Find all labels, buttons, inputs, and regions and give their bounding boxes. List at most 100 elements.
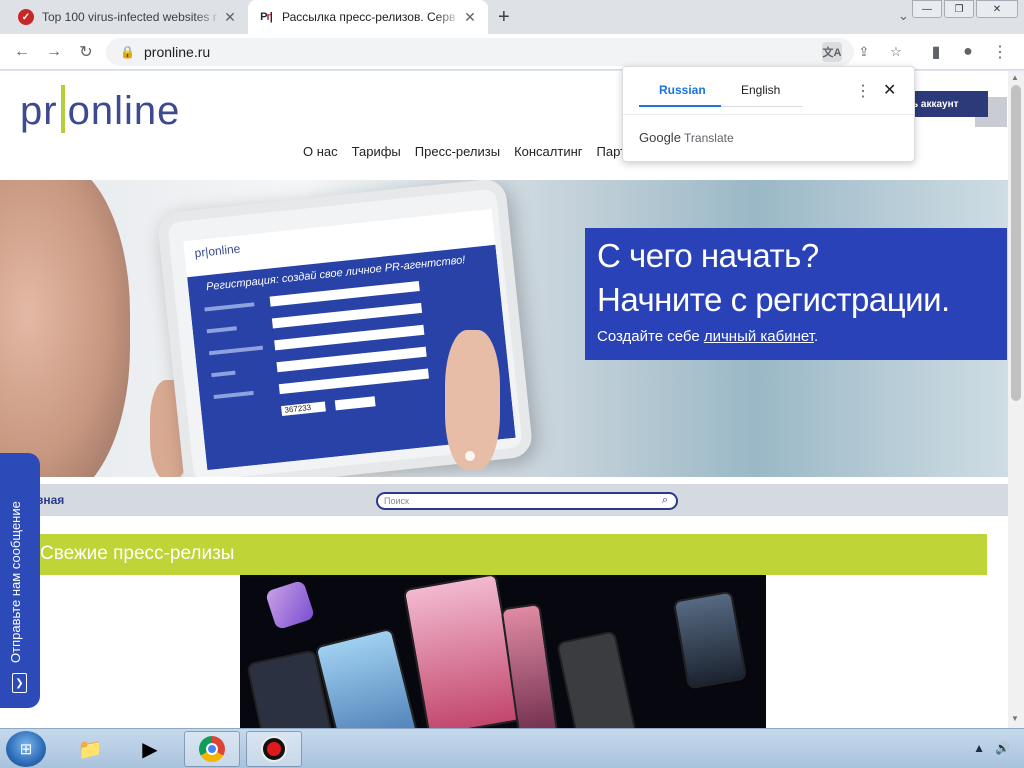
- hero-headline-2: Начните с регистрации.: [597, 281, 950, 318]
- media-player-icon[interactable]: ▶: [122, 731, 178, 767]
- tab-search-chevron-icon[interactable]: ⌄: [898, 8, 909, 24]
- tab-english[interactable]: English: [741, 83, 780, 97]
- active-tab-underline: [639, 105, 721, 107]
- scroll-down-icon[interactable]: ▼: [1011, 714, 1019, 723]
- tablet-label: [213, 390, 254, 400]
- tab-pronline[interactable]: Pr | Рассылка пресс-релизов. Серв ✕: [248, 0, 488, 34]
- close-tab-icon[interactable]: ✕: [462, 9, 478, 26]
- tab-russian[interactable]: Russian: [659, 83, 706, 97]
- tablet-field: [276, 346, 427, 373]
- close-tab-icon[interactable]: ✕: [222, 9, 238, 26]
- logo-right: online: [67, 89, 181, 133]
- nav-item-about[interactable]: О нас: [303, 144, 338, 159]
- browser-tab-strip: ✓ Top 100 virus-infected websites r ✕ Pr…: [0, 0, 1024, 34]
- close-icon[interactable]: ✕: [883, 80, 896, 100]
- tab-title: Top 100 virus-infected websites r: [42, 10, 217, 24]
- more-options-icon[interactable]: ⋮: [855, 81, 871, 101]
- lock-icon[interactable]: 🔒: [120, 45, 135, 59]
- phone-image: [672, 590, 748, 690]
- tablet-captcha: 367233: [281, 401, 326, 417]
- chevron-right-icon: ❯: [12, 673, 27, 693]
- forward-arrow-icon[interactable]: →: [44, 42, 64, 62]
- search-icon[interactable]: ⌕: [662, 494, 668, 507]
- profile-avatar-icon[interactable]: ●: [958, 42, 978, 62]
- pronline-favicon-icon: Pr |: [260, 11, 273, 23]
- logo-left: pr: [20, 89, 58, 133]
- press-release-image[interactable]: [240, 575, 766, 728]
- windows-taskbar: ⊞ 📁 ▶ ▲ 🔊: [0, 728, 1024, 768]
- google-translate-popup: Russian English ⋮ ✕ Google Translate: [622, 66, 915, 162]
- tablet-field: [278, 368, 430, 395]
- tablet-form-title: Регистрация: создай свое личное PR-агент…: [205, 254, 466, 294]
- chrome-taskbar-button[interactable]: [184, 731, 240, 767]
- chrome-menu-icon[interactable]: ⋮: [990, 42, 1010, 62]
- scrollbar-thumb[interactable]: [1011, 85, 1021, 401]
- phone-image: [556, 630, 644, 728]
- tablet-register-button: [287, 461, 353, 471]
- logo-bar: [60, 85, 65, 134]
- feedback-side-tab[interactable]: Отправьте нам сообщение ❯: [0, 453, 40, 708]
- feedback-label: Отправьте нам сообщение: [8, 501, 23, 663]
- recorder-taskbar-button[interactable]: [246, 731, 302, 767]
- hero-sub-suffix: .: [813, 328, 819, 345]
- close-window-button[interactable]: ✕: [976, 0, 1018, 18]
- side-panel-icon[interactable]: ▮: [926, 42, 946, 62]
- site-search-input[interactable]: Поиск ⌕: [376, 492, 678, 510]
- phone-image: [314, 627, 426, 728]
- address-bar[interactable]: 🔒 pronline.ru 文A ⇪ ☆: [106, 38, 902, 66]
- tablet-field: [271, 302, 423, 329]
- reload-icon[interactable]: ↻: [76, 42, 96, 62]
- thumb-image: [445, 330, 500, 470]
- translate-icon[interactable]: 文A: [822, 42, 842, 62]
- hero-sub-prefix: Создайте себе: [597, 328, 704, 345]
- virus-site-favicon-icon: ✓: [18, 9, 34, 25]
- nav-item-press-releases[interactable]: Пресс-релизы: [415, 144, 500, 159]
- hero-panel: С чего начать? Начните с регистрации. Со…: [585, 228, 1007, 360]
- tablet-label: [208, 345, 264, 356]
- google-translate-brand: Google Translate: [639, 130, 734, 145]
- new-tab-button[interactable]: +: [498, 6, 510, 29]
- tab-title: Рассылка пресс-релизов. Серв: [282, 10, 456, 24]
- create-account-button[interactable]: ь аккаунт: [908, 91, 988, 117]
- nav-item-consulting[interactable]: Консалтинг: [514, 144, 582, 159]
- tab-divider: [721, 106, 803, 107]
- page-scrollbar[interactable]: ▲ ▼: [1008, 71, 1024, 728]
- tray-expand-icon[interactable]: ▲: [973, 741, 985, 755]
- hero-headline-1: С чего начать?: [597, 237, 819, 274]
- search-placeholder: Поиск: [384, 496, 409, 506]
- url-text: pronline.ru: [144, 44, 211, 60]
- pronline-logo[interactable]: pr online: [20, 85, 181, 137]
- bookmark-star-icon[interactable]: ☆: [886, 42, 906, 62]
- crystal-shape: [264, 579, 316, 631]
- main-nav: О нас Тарифы Пресс-релизы Консалтинг Пар…: [303, 144, 626, 159]
- nav-item-tariffs[interactable]: Тарифы: [352, 144, 401, 159]
- back-arrow-icon[interactable]: ←: [12, 42, 32, 62]
- tablet-logo: pr|online: [193, 241, 241, 261]
- hero-subline: Создайте себе личный кабинет.: [597, 328, 995, 345]
- tab-virus-websites[interactable]: ✓ Top 100 virus-infected websites r ✕: [8, 0, 248, 34]
- record-icon: [261, 736, 287, 762]
- file-explorer-icon[interactable]: 📁: [62, 731, 118, 767]
- personal-cabinet-link[interactable]: личный кабинет: [704, 328, 814, 345]
- popup-separator: [623, 114, 914, 115]
- share-icon[interactable]: ⇪: [854, 42, 874, 62]
- phone-image: [402, 575, 523, 728]
- tablet-field: [274, 324, 425, 351]
- translate-label: Translate: [684, 131, 734, 145]
- web-page: pr online О нас Тарифы Пресс-релизы Конса…: [0, 71, 1008, 728]
- minimize-button[interactable]: —: [912, 0, 942, 18]
- volume-icon[interactable]: 🔊: [995, 741, 1010, 755]
- home-link[interactable]: вная: [36, 493, 64, 507]
- restore-button[interactable]: ❐: [944, 0, 974, 18]
- sub-navigation: вная Поиск ⌕: [0, 484, 1008, 516]
- tablet-label: [204, 302, 255, 312]
- carousel-dot[interactable]: [465, 451, 475, 461]
- person-image: [0, 180, 130, 477]
- system-tray: ▲ 🔊: [973, 741, 1010, 755]
- scroll-up-icon[interactable]: ▲: [1011, 73, 1019, 82]
- tablet-label: [211, 370, 236, 378]
- google-wordmark: Google: [639, 130, 681, 145]
- hero-banner[interactable]: pr|online Регистрация: создай свое лично…: [0, 180, 1008, 477]
- browser-toolbar: ← → ↻ 🔒 pronline.ru 文A ⇪ ☆ ▮ ● ⋮: [0, 34, 1024, 70]
- start-button[interactable]: ⊞: [6, 731, 46, 767]
